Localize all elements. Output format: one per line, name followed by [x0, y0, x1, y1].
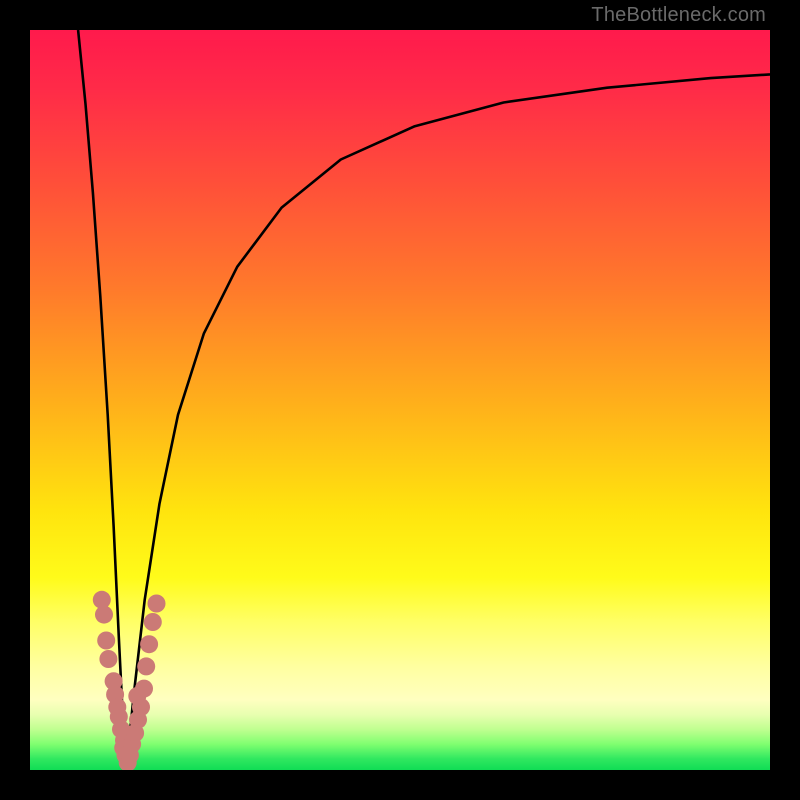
scatter-dot — [148, 595, 166, 613]
watermark-text: TheBottleneck.com — [591, 4, 766, 27]
plot-area — [30, 30, 770, 770]
scatter-dot — [137, 657, 155, 675]
chart-content — [30, 30, 770, 770]
scatter-dot — [97, 632, 115, 650]
scatter-points — [93, 591, 166, 770]
scatter-dot — [144, 613, 162, 631]
scatter-dot — [140, 635, 158, 653]
scatter-dot — [135, 680, 153, 698]
scatter-dot — [99, 650, 117, 668]
outer-frame: TheBottleneck.com — [0, 0, 800, 800]
bottleneck-curve — [78, 30, 770, 770]
scatter-dot — [95, 606, 113, 624]
